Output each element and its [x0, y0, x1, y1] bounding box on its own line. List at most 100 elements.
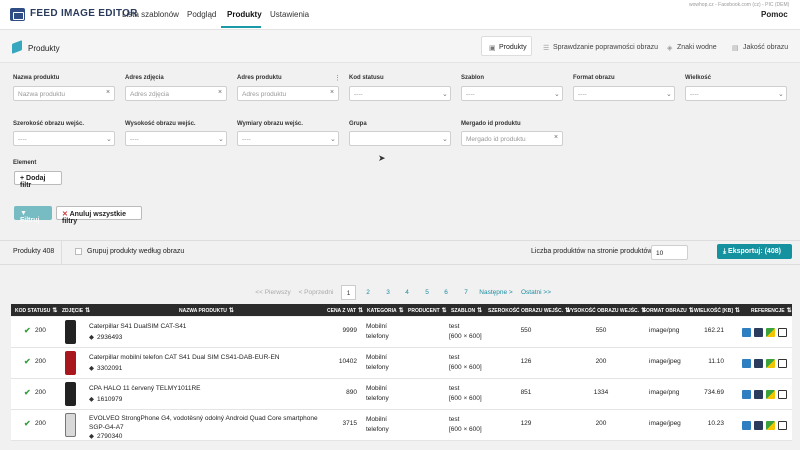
- page-prev[interactable]: < Poprzedni: [298, 285, 334, 300]
- nav-ustawienia[interactable]: Ustawienia: [270, 10, 309, 19]
- tab-sprawdzanie[interactable]: Sprawdzanie poprawności obrazu: [553, 44, 658, 51]
- table-row[interactable]: ✔ 200 Caterpillar S41 DualSIM CAT-S41 ◆ 2…: [11, 317, 792, 348]
- wysokosc-select[interactable]: ----: [125, 131, 227, 146]
- price: 9999: [342, 327, 357, 334]
- clear-icon[interactable]: ×: [106, 89, 110, 96]
- product-name[interactable]: Caterpillar S41 DualSIM CAT-S41: [89, 323, 186, 330]
- image-icon: ▤: [732, 45, 739, 52]
- image-link-icon[interactable]: [742, 390, 751, 399]
- image-link-icon[interactable]: [742, 421, 751, 430]
- category-line1: Mobilní: [366, 385, 387, 392]
- mergado-input[interactable]: Mergado id produktu: [461, 131, 563, 146]
- col-nazwa[interactable]: NAZWA PRODUKTU: [179, 307, 234, 314]
- editor-link-icon[interactable]: [754, 421, 763, 430]
- wymiary-select[interactable]: ----: [237, 131, 339, 146]
- mergado-link-icon[interactable]: [766, 328, 775, 337]
- add-filter-button[interactable]: + Dodaj filtr: [14, 171, 62, 189]
- col-wysokosc[interactable]: WYSOKOŚĆ OBRAZU WEJŚC.: [566, 307, 646, 314]
- col-szablon[interactable]: SZABLON: [451, 307, 482, 314]
- filter-button[interactable]: ▼ Filtruj: [14, 206, 52, 224]
- editor-link-icon[interactable]: [754, 390, 763, 399]
- page-3[interactable]: 3: [381, 285, 395, 300]
- product-id: ◆ 2936493: [89, 334, 123, 341]
- mergado-link-icon[interactable]: [766, 359, 775, 368]
- status-code: 200: [35, 327, 46, 334]
- mergado-link-icon[interactable]: [766, 421, 775, 430]
- input-height: 1334: [593, 389, 609, 396]
- nazwa-input[interactable]: Nazwa produktu: [13, 86, 115, 101]
- page-1[interactable]: 1: [341, 285, 356, 300]
- product-name[interactable]: Caterpillar mobilní telefon CAT S41 Dual…: [89, 354, 280, 361]
- per-page-input[interactable]: 10: [651, 245, 688, 260]
- label-adres-produktu: Adres produktu: [237, 75, 282, 81]
- cart-icon[interactable]: [778, 359, 787, 368]
- page-first[interactable]: << Pierwszy: [255, 285, 291, 300]
- page-4[interactable]: 4: [400, 285, 414, 300]
- col-cena[interactable]: CENA Z VAT: [327, 307, 363, 314]
- cart-icon[interactable]: [778, 390, 787, 399]
- cancel-filters-button[interactable]: ✕ Anuluj wszystkie filtry: [56, 206, 142, 225]
- product-thumbnail[interactable]: [65, 382, 76, 406]
- product-name-line2[interactable]: SGP-G4-A7: [89, 424, 124, 431]
- clear-icon[interactable]: ×: [330, 89, 334, 96]
- template-size: [600 × 600]: [449, 426, 482, 433]
- group-checkbox[interactable]: [75, 248, 82, 255]
- wielkosc-select[interactable]: ----: [685, 86, 787, 101]
- col-wielkosc[interactable]: WIELKOŚĆ [KB]: [694, 307, 740, 314]
- col-format[interactable]: FORMAT OBRAZU: [643, 307, 694, 314]
- checkmark-icon: ✔: [24, 357, 31, 366]
- col-kod-statusu[interactable]: KOD STATUSU: [15, 307, 57, 314]
- cart-icon[interactable]: [778, 421, 787, 430]
- table-row[interactable]: ✔ 200 Caterpillar mobilní telefon CAT S4…: [11, 348, 792, 379]
- image-link-icon[interactable]: [742, 328, 751, 337]
- product-name[interactable]: EVOLVEO StrongPhone G4, vodotěsný odolný…: [89, 415, 318, 422]
- more-icon[interactable]: ⋮: [334, 74, 341, 82]
- nav-produkty[interactable]: Produkty: [227, 10, 262, 19]
- grupa-select[interactable]: [349, 131, 451, 146]
- product-count: Produkty 408: [13, 248, 55, 255]
- page-next[interactable]: Następne >: [478, 285, 514, 300]
- page-7[interactable]: 7: [459, 285, 473, 300]
- label-kod-statusu: Kod statusu: [349, 75, 384, 81]
- col-producent[interactable]: PRODUCENT: [408, 307, 447, 314]
- clear-icon[interactable]: ×: [554, 134, 558, 141]
- export-button[interactable]: ⤓ Eksportuj: (408): [717, 244, 792, 259]
- adres-zdjecia-input[interactable]: Adres zdjęcia: [125, 86, 227, 101]
- table-row[interactable]: ✔ 200 EVOLVEO StrongPhone G4, vodotěsný …: [11, 410, 792, 441]
- product-name[interactable]: CPA HALO 11 červený TELMY1011RE: [89, 385, 201, 392]
- table-row[interactable]: ✔ 200 CPA HALO 11 červený TELMY1011RE ◆ 1…: [11, 379, 792, 410]
- kod-statusu-select[interactable]: ----: [349, 86, 451, 101]
- editor-link-icon[interactable]: [754, 359, 763, 368]
- chevron-down-icon: ⌄: [554, 91, 560, 98]
- template-name: test: [449, 385, 460, 392]
- mergado-link-icon[interactable]: [766, 390, 775, 399]
- product-thumbnail[interactable]: [65, 351, 76, 375]
- product-id: ◆ 3302091: [89, 365, 123, 372]
- category-line1: Mobilní: [366, 354, 387, 361]
- adres-produktu-input[interactable]: Adres produktu: [237, 86, 339, 101]
- col-szerokosc[interactable]: SZEROKOŚĆ OBRAZU WEJŚC.: [488, 307, 570, 314]
- nav-lista-szablonow[interactable]: Lista szablonów: [122, 10, 179, 19]
- nav-podglad[interactable]: Podgląd: [187, 10, 216, 19]
- help-link[interactable]: Pomoc: [761, 10, 788, 19]
- divider: [61, 241, 62, 264]
- page-6[interactable]: 6: [439, 285, 453, 300]
- szablon-select[interactable]: ----: [461, 86, 563, 101]
- cart-icon[interactable]: [778, 328, 787, 337]
- page-last[interactable]: Ostatni >>: [520, 285, 552, 300]
- product-thumbnail[interactable]: [65, 413, 76, 437]
- tab-jakosc[interactable]: Jakość obrazu: [743, 44, 788, 51]
- image-link-icon[interactable]: [742, 359, 751, 368]
- image-format: image/png: [649, 327, 680, 334]
- input-height: 200: [595, 420, 607, 427]
- tab-produkty-label[interactable]: Produkty: [499, 44, 527, 51]
- editor-link-icon[interactable]: [754, 328, 763, 337]
- tab-znaki-wodne[interactable]: Znaki wodne: [677, 44, 717, 51]
- page-2[interactable]: 2: [361, 285, 375, 300]
- product-thumbnail[interactable]: [65, 320, 76, 344]
- clear-icon[interactable]: ×: [218, 89, 222, 96]
- page-5[interactable]: 5: [420, 285, 434, 300]
- col-kategoria[interactable]: KATEGORIA: [367, 307, 404, 314]
- format-select[interactable]: ----: [573, 86, 675, 101]
- szerokosc-select[interactable]: ----: [13, 131, 115, 146]
